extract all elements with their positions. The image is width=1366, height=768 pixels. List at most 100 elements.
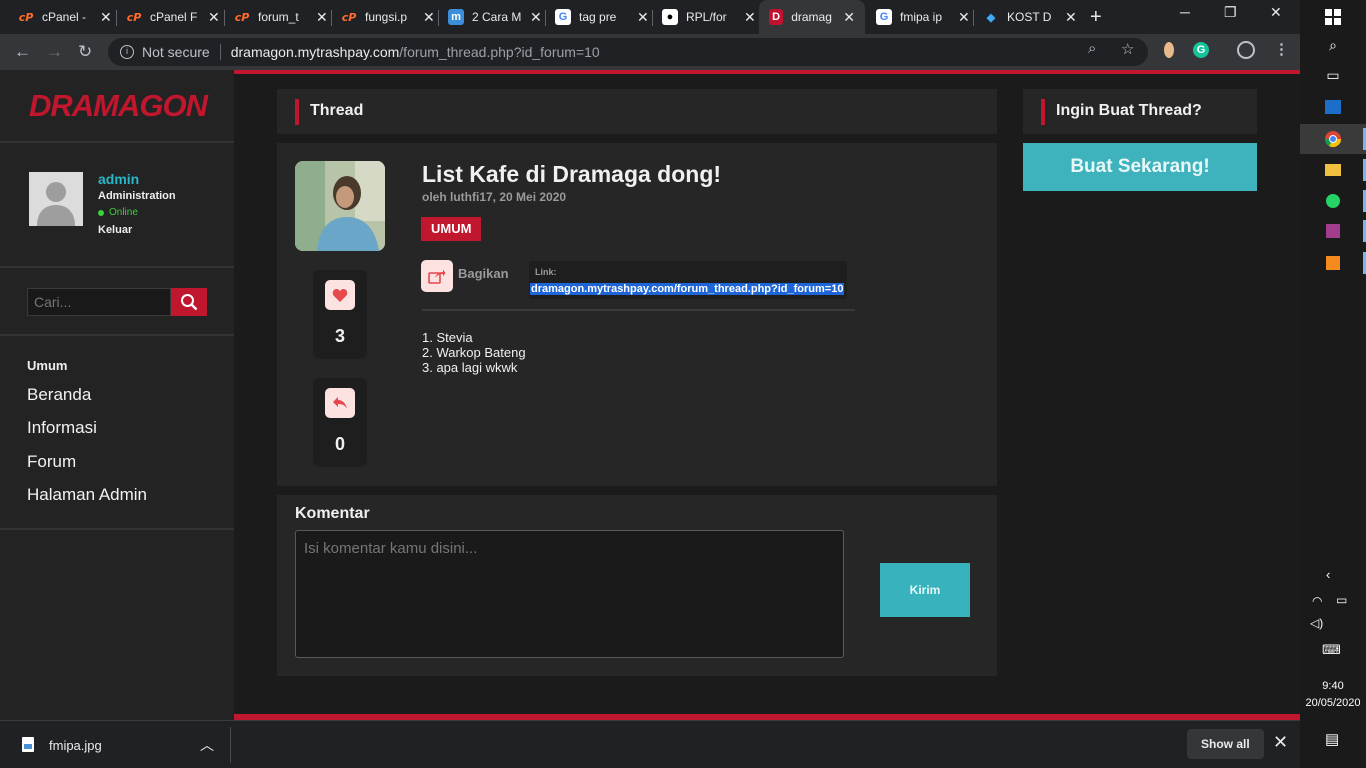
close-icon[interactable]: ✕ xyxy=(100,9,112,26)
tab-cara[interactable]: m 2 Cara M ✕ xyxy=(438,0,552,34)
like-button[interactable] xyxy=(325,280,355,310)
close-icon[interactable]: ✕ xyxy=(958,9,970,26)
share-link-url[interactable]: dramagon.mytrashpay.com/forum_thread.php… xyxy=(530,283,845,295)
search-icon[interactable]: ⌕ xyxy=(1300,30,1366,60)
outlook-icon[interactable] xyxy=(1300,92,1366,122)
like-count: 3 xyxy=(334,326,345,346)
comment-input[interactable] xyxy=(295,530,844,658)
link-label: Link: xyxy=(535,267,557,277)
url-path: /forum_thread.php?id_forum=10 xyxy=(399,44,600,60)
dramagon-logo[interactable]: DRAMAGON xyxy=(27,88,208,124)
info-icon[interactable]: i xyxy=(120,45,134,59)
profile-icon[interactable] xyxy=(1237,41,1255,59)
back-button[interactable]: ← xyxy=(14,42,31,62)
user-name[interactable]: admin xyxy=(98,171,139,187)
logo-text: DRAMAGON xyxy=(29,88,208,123)
minimize-button[interactable]: ─ xyxy=(1180,4,1190,20)
create-thread-button[interactable]: Buat Sekarang! xyxy=(1023,143,1257,191)
reply-button[interactable] xyxy=(325,388,355,418)
body-line: 3. apa lagi wkwk xyxy=(422,360,518,375)
show-all-button[interactable]: Show all xyxy=(1187,729,1264,759)
tab-cpanel-2[interactable]: cP cPanel F ✕ xyxy=(116,0,230,34)
restore-button[interactable]: ❐ xyxy=(1224,4,1237,21)
tab-forum-thread[interactable]: cP forum_t ✕ xyxy=(224,0,338,34)
close-icon[interactable]: ✕ xyxy=(1065,9,1077,26)
chevron-up-icon[interactable]: ︿ xyxy=(200,735,214,755)
thread-title: List Kafe di Dramaga dong! xyxy=(422,161,722,187)
keyboard-icon[interactable]: ⌨ xyxy=(1322,642,1341,658)
tab-bar: cP cPanel - ✕ cP cPanel F ✕ cP forum_t ✕… xyxy=(0,0,1300,34)
tab-kost[interactable]: ◆ KOST D ✕ xyxy=(973,0,1087,34)
tab-dramagon-active[interactable]: D dramag ✕ xyxy=(759,0,865,34)
github-icon: ● xyxy=(662,9,678,25)
notifications-icon[interactable]: ▤ xyxy=(1325,730,1339,748)
zoom-icon[interactable]: ⌕ xyxy=(1088,40,1096,57)
close-shelf-icon[interactable]: ✕ xyxy=(1273,732,1288,753)
volume-icon[interactable]: ◁) xyxy=(1310,616,1323,630)
submit-comment-button[interactable]: Kirim xyxy=(880,563,970,617)
tab-tag-pre[interactable]: G tag pre ✕ xyxy=(545,0,659,34)
category-tag[interactable]: UMUM xyxy=(421,217,482,241)
cpanel-icon: cP xyxy=(341,10,357,24)
status-label: Online xyxy=(109,207,138,218)
tab-cpanel-1[interactable]: cP cPanel - ✕ xyxy=(8,0,122,34)
close-icon[interactable]: ✕ xyxy=(637,9,649,26)
chrome-taskbar-icon[interactable] xyxy=(1300,124,1366,154)
page: DRAMAGON admin Administration Online Kel… xyxy=(0,70,1300,720)
logout-link[interactable]: Keluar xyxy=(98,224,132,236)
close-icon[interactable]: ✕ xyxy=(423,9,435,26)
tab-fungsi[interactable]: cP fungsi.p ✕ xyxy=(331,0,445,34)
new-tab-button[interactable]: + xyxy=(1090,6,1102,29)
share-link-box[interactable]: Link: dramagon.mytrashpay.com/forum_thre… xyxy=(529,261,847,299)
tab-title: cPanel - xyxy=(42,10,87,24)
nav-item-beranda[interactable]: Beranda xyxy=(27,385,91,405)
chrome-icon xyxy=(1324,131,1342,148)
tab-rpl-github[interactable]: ● RPL/for ✕ xyxy=(652,0,766,34)
reply-icon xyxy=(333,397,347,409)
share-icon xyxy=(428,269,446,284)
cta-header: Ingin Buat Thread? xyxy=(1023,89,1257,134)
address-bar[interactable]: i Not secure dramagon.mytrashpay.com /fo… xyxy=(108,38,1148,66)
forward-button[interactable]: → xyxy=(46,42,63,62)
sublime-icon[interactable] xyxy=(1300,248,1366,278)
close-window-button[interactable]: ✕ xyxy=(1270,4,1282,21)
close-icon[interactable]: ✕ xyxy=(530,9,542,26)
url-host: dramagon.mytrashpay.com xyxy=(230,44,400,60)
author-photo[interactable] xyxy=(295,161,385,251)
clock-date[interactable]: 20/05/2020 xyxy=(1300,697,1366,709)
heart-icon xyxy=(332,288,348,302)
battery-icon[interactable]: ▭ xyxy=(1336,593,1347,607)
tab-fmipa[interactable]: G fmipa ip ✕ xyxy=(866,0,980,34)
start-button[interactable] xyxy=(1300,2,1366,32)
sidebar: DRAMAGON admin Administration Online Kel… xyxy=(0,70,234,720)
bookmark-star-icon[interactable]: ☆ xyxy=(1121,40,1134,58)
download-file-name[interactable]: fmipa.jpg xyxy=(49,738,102,753)
menu-icon[interactable]: ⋮ xyxy=(1274,40,1289,58)
grammarly-icon[interactable]: G xyxy=(1193,42,1209,58)
file-explorer-icon[interactable] xyxy=(1300,155,1366,185)
nav-item-informasi[interactable]: Informasi xyxy=(27,418,97,438)
search-button[interactable] xyxy=(171,288,207,316)
task-view-icon[interactable]: ▭ xyxy=(1300,60,1366,90)
winrar-icon[interactable] xyxy=(1300,216,1366,246)
avatar xyxy=(29,172,83,226)
share-label[interactable]: Bagikan xyxy=(458,266,509,281)
close-icon[interactable]: ✕ xyxy=(843,9,855,26)
nav-item-halaman-admin[interactable]: Halaman Admin xyxy=(27,485,147,505)
whatsapp-icon[interactable] xyxy=(1300,186,1366,216)
reload-button[interactable]: ↻ xyxy=(78,42,92,62)
share-button[interactable] xyxy=(421,260,453,292)
close-icon[interactable]: ✕ xyxy=(316,9,328,26)
tab-title: forum_t xyxy=(258,10,299,24)
chevron-left-icon[interactable]: ‹ xyxy=(1326,567,1330,582)
close-icon[interactable]: ✕ xyxy=(744,9,756,26)
tab-title: fmipa ip xyxy=(900,10,943,24)
clock-time[interactable]: 9:40 xyxy=(1300,680,1366,692)
reply-count: 0 xyxy=(334,434,345,454)
tab-title: 2 Cara M xyxy=(472,10,522,24)
close-icon[interactable]: ✕ xyxy=(208,9,220,26)
extension-icon[interactable] xyxy=(1164,42,1174,58)
search-input[interactable] xyxy=(27,288,171,316)
nav-item-forum[interactable]: Forum xyxy=(27,452,76,472)
wifi-icon[interactable]: ◠ xyxy=(1312,594,1322,608)
